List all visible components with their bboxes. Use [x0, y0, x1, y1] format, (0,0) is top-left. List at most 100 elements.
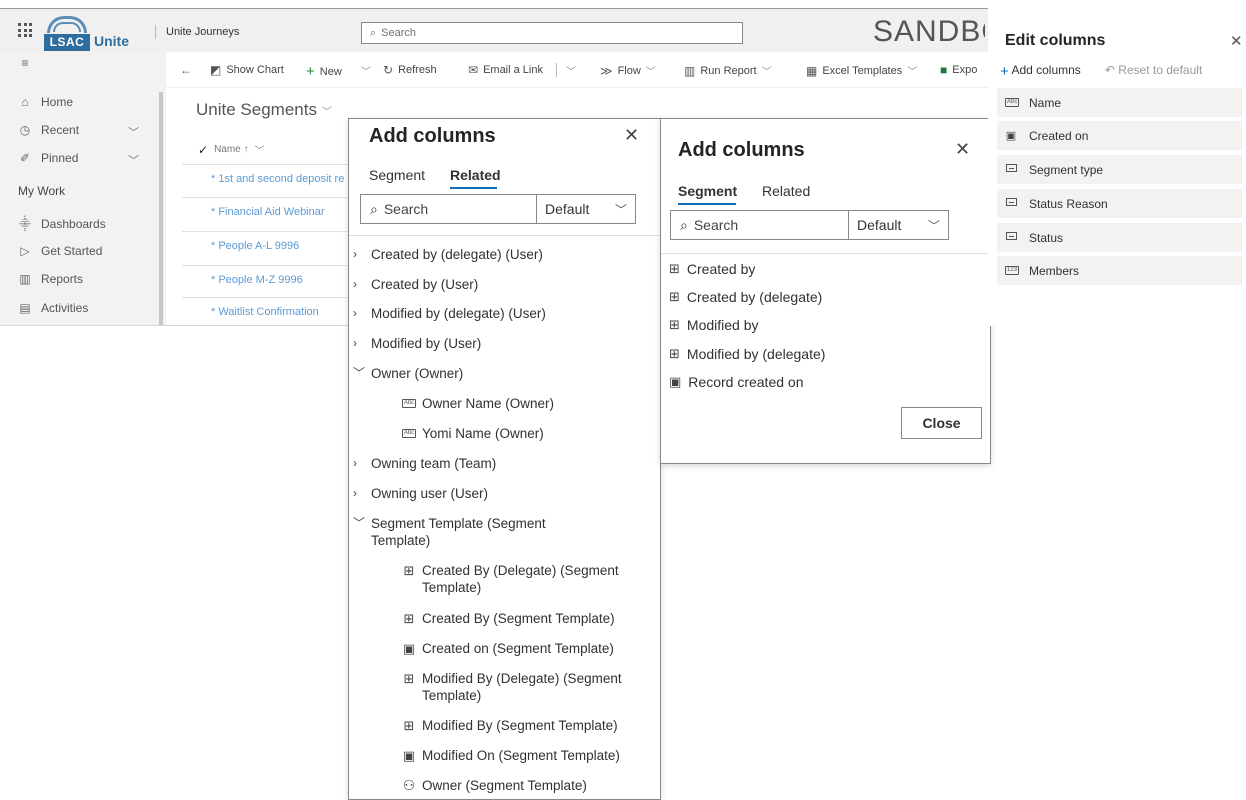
tab-related[interactable]: Related [762, 183, 810, 199]
clock-icon: ◷ [19, 123, 31, 137]
flow-button[interactable]: ≫ Flow ﹀ [600, 63, 656, 79]
list-item[interactable]: › Owning team (Team) [353, 455, 496, 472]
nav-item-home[interactable]: ⌂ Home [18, 95, 73, 109]
list-item[interactable]: ﹀ Owner (Owner) [353, 365, 463, 382]
list-item[interactable]: ⊞ Modified by [669, 317, 759, 333]
lsac-logo[interactable]: LSAC Unite [44, 13, 144, 51]
chevron-down-icon: ﹀ [645, 67, 656, 78]
chevron-right-icon: › [353, 306, 357, 320]
tab-segment[interactable]: Segment [678, 183, 737, 199]
chevron-down-icon[interactable]: ﹀ [128, 124, 139, 140]
list-item[interactable]: ⊞ Modified By (Segment Template) [396, 717, 618, 736]
list-item[interactable]: › Modified by (delegate) (User) [353, 305, 546, 322]
column-row[interactable]: 123 Members [997, 256, 1242, 285]
column-row[interactable]: Segment type [997, 155, 1242, 184]
app-name[interactable]: Unite Journeys [155, 25, 239, 39]
list-item[interactable]: › Modified by (User) [353, 335, 481, 352]
show-chart-button[interactable]: ◩ Show Chart [210, 63, 284, 77]
person-icon: ⚇ [402, 777, 416, 793]
datetime-icon: ▣ [402, 641, 416, 656]
table-row[interactable]: * Financial Aid Webinar [182, 197, 348, 226]
list-item[interactable]: ⊞ Created by [669, 261, 755, 277]
column-row[interactable]: Status Reason [997, 189, 1242, 218]
undo-icon: ↶ [1104, 63, 1115, 77]
list-item[interactable]: ▣ Created on (Segment Template) [396, 640, 614, 659]
close-icon[interactable]: ✕ [1230, 32, 1243, 50]
name-column-header[interactable]: Name ↑ [214, 144, 248, 155]
select-all-checkmark-icon[interactable]: ✓ [198, 143, 208, 157]
export-button[interactable]: ■ Expo [940, 63, 977, 77]
tab-segment[interactable]: Segment [369, 167, 425, 183]
close-icon[interactable]: ✕ [955, 139, 970, 160]
nav-item-reports[interactable]: ▥ Reports [18, 272, 83, 286]
list-item[interactable]: ⊞ Created By (Delegate) (Segment Templat… [396, 562, 656, 596]
chevron-down-icon[interactable]: ﹀ [255, 142, 265, 157]
filter-dropdown[interactable]: Default ﹀ [536, 194, 636, 224]
refresh-button[interactable]: ↻ Refresh [383, 63, 437, 77]
search-input[interactable]: ⌕ Search [670, 210, 850, 240]
chevron-down-icon: ﹀ [566, 67, 576, 78]
nav-item-get-started[interactable]: ▷ Get Started [18, 244, 102, 258]
nav-scrollbar[interactable] [159, 92, 163, 326]
table-row[interactable]: * Waitlist Confirmation [182, 297, 348, 326]
chevron-down-icon[interactable]: ﹀ [128, 152, 139, 168]
list-item[interactable]: ▣ Modified On (Segment Template) [396, 747, 620, 766]
column-row[interactable]: ▣ Created on [997, 121, 1242, 150]
nav-item-recent[interactable]: ◷ Recent [18, 123, 79, 137]
plus-icon: + [1000, 63, 1009, 80]
chevron-down-icon: ﹀ [353, 516, 366, 530]
close-button[interactable]: Close [901, 407, 982, 439]
list-item[interactable]: ⊞ Created By (Segment Template) [396, 610, 615, 629]
nav-item-pinned[interactable]: ✐ Pinned [18, 151, 78, 165]
close-icon[interactable]: ✕ [624, 125, 639, 146]
list-item[interactable]: ⊞ Created by (delegate) [669, 289, 822, 305]
list-item[interactable]: ⊞ Modified by (delegate) [669, 346, 825, 362]
excel-template-icon: ▦ [806, 63, 818, 78]
list-item[interactable]: ▣ Record created on [669, 374, 803, 390]
nav-item-dashboards[interactable]: ⸎ Dashboards [18, 215, 106, 232]
table-row[interactable]: * People A-L 9996 [182, 231, 348, 260]
filter-dropdown[interactable]: Default ﹀ [848, 210, 949, 240]
table-row[interactable]: * People M-Z 9996 [182, 265, 348, 294]
new-dropdown-button[interactable]: ﹀ [361, 63, 371, 78]
grid-header: ✓ Name ↑ ﹀ [198, 142, 265, 158]
view-selector[interactable]: Unite Segments ﹀ [196, 100, 332, 120]
collapse-nav-button[interactable]: ≡ [18, 56, 32, 70]
reset-to-default-button[interactable]: ↶ Reset to default [1105, 63, 1202, 80]
table-row[interactable]: * 1st and second deposit re [182, 164, 348, 193]
nav-item-activities[interactable]: ▤ Activities [18, 301, 88, 315]
back-arrow-icon: ← [180, 63, 192, 77]
lookup-icon: ⊞ [669, 317, 680, 332]
list-item[interactable]: Abc Yomi Name (Owner) [396, 425, 544, 442]
add-columns-related-panel: Add columns ✕ Segment Related ⌕ Search D… [348, 118, 661, 800]
text-field-icon: Abc [401, 398, 417, 408]
email-link-button[interactable]: ✉ Email a Link [468, 63, 543, 77]
plus-icon: + [306, 63, 315, 80]
datetime-icon: ▣ [402, 748, 416, 763]
list-item[interactable]: › Created by (delegate) (User) [353, 246, 543, 263]
add-columns-button[interactable]: + Add columns [1000, 63, 1081, 80]
refresh-icon: ↻ [383, 63, 394, 77]
tab-related[interactable]: Related [450, 167, 501, 183]
list-item[interactable]: Abc Owner Name (Owner) [396, 395, 554, 412]
list-item[interactable]: ⚇ Owner (Segment Template) [396, 777, 587, 796]
run-report-button[interactable]: ▥ Run Report ﹀ [684, 63, 772, 79]
list-item[interactable]: › Created by (User) [353, 276, 478, 293]
excel-templates-button[interactable]: ▦ Excel Templates ﹀ [806, 63, 917, 79]
global-search-input[interactable]: ⌕ Search [361, 22, 743, 44]
list-item[interactable]: ⊞ Modified By (Delegate) (Segment Templa… [396, 670, 656, 704]
back-button[interactable]: ← [180, 63, 192, 77]
list-item[interactable]: › Owning user (User) [353, 485, 488, 502]
search-input[interactable]: ⌕ Search [360, 194, 538, 224]
column-row[interactable]: Abc Name [997, 88, 1242, 117]
chart-icon: ◩ [210, 63, 222, 77]
app-launcher-icon[interactable] [18, 23, 32, 37]
lookup-icon: ⊞ [403, 563, 415, 578]
new-button[interactable]: + New [306, 63, 342, 80]
datetime-icon: ▣ [669, 374, 682, 389]
edit-columns-actions: + Add columns ↶ Reset to default [1000, 63, 1202, 80]
list-item[interactable]: ﹀ Segment Template (Segment Template) [353, 515, 613, 549]
column-row[interactable]: Status [997, 223, 1242, 252]
email-dropdown-button[interactable]: ﹀ [566, 63, 576, 78]
search-icon: ⌕ [370, 200, 378, 217]
